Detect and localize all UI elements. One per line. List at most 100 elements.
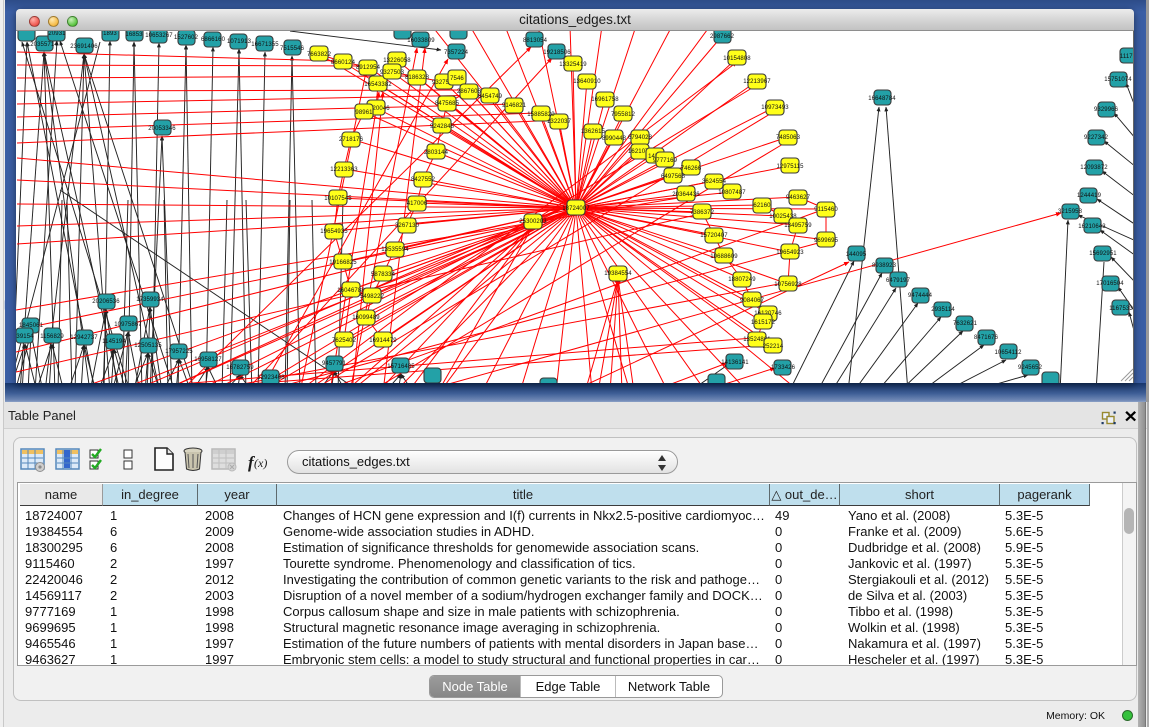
svg-text:20931: 20931 (48, 31, 66, 37)
svg-text:6794028: 6794028 (628, 135, 653, 141)
svg-text:13226058: 13226058 (383, 58, 411, 64)
svg-text:10973493: 10973493 (761, 105, 789, 111)
svg-text:18807249: 18807249 (728, 277, 756, 283)
svg-text:7357224: 7357224 (444, 50, 469, 56)
svg-text:15885820: 15885820 (527, 112, 555, 118)
svg-text:23691406: 23691406 (70, 44, 98, 50)
svg-text:62160: 62160 (753, 203, 771, 209)
svg-text:19384554: 19384554 (604, 271, 632, 277)
svg-text:1527602: 1527602 (174, 35, 199, 41)
svg-text:7663822: 7663822 (307, 52, 332, 58)
svg-text:417006: 417006 (407, 201, 428, 207)
svg-text:7485063: 7485063 (776, 135, 801, 141)
svg-text:8660124: 8660124 (331, 60, 356, 66)
svg-text:12975115: 12975115 (776, 164, 804, 170)
svg-text:16543382: 16543382 (364, 82, 392, 88)
svg-text:2987662: 2987662 (710, 34, 735, 40)
svg-text:8471676: 8471676 (974, 335, 999, 341)
svg-text:8186328: 8186328 (405, 75, 430, 81)
svg-text:1733426: 1733426 (771, 365, 796, 371)
svg-text:1145194: 1145194 (102, 339, 126, 345)
svg-text:10807487: 10807487 (718, 190, 746, 196)
svg-text:98961: 98961 (355, 110, 373, 116)
svg-text:6479197: 6479197 (886, 278, 911, 284)
svg-text:19166825: 19166825 (329, 260, 357, 266)
svg-text:(x): (x) (254, 456, 267, 470)
svg-text:16099489: 16099489 (352, 315, 380, 321)
svg-text:3215958: 3215958 (1058, 209, 1083, 215)
svg-text:10688609: 10688609 (710, 254, 738, 260)
svg-text:19218506: 19218506 (543, 50, 571, 56)
svg-text:2935114: 2935114 (931, 307, 955, 313)
svg-text:18724007: 18724007 (562, 206, 590, 212)
svg-text:6497568: 6497568 (661, 174, 686, 180)
svg-text:19654923: 19654923 (776, 250, 804, 256)
svg-text:13535594: 13535594 (381, 247, 409, 253)
svg-text:20364436: 20364436 (672, 192, 700, 198)
svg-text:746266: 746266 (681, 166, 702, 172)
svg-text:10756928: 10756928 (774, 282, 802, 288)
svg-text:10654112: 10654112 (994, 350, 1022, 356)
svg-text:7632621: 7632621 (953, 321, 978, 327)
svg-text:16914479: 16914479 (369, 338, 397, 344)
svg-text:1156829: 1156829 (40, 334, 64, 340)
svg-text:8938923: 8938923 (872, 263, 897, 269)
svg-text:1244419: 1244419 (1077, 193, 1102, 199)
svg-text:15692951: 15692951 (1089, 251, 1117, 257)
svg-text:1167533: 1167533 (1109, 306, 1133, 312)
svg-text:5498222: 5498222 (360, 294, 385, 300)
svg-text:9084067: 9084067 (740, 298, 765, 304)
svg-text:3624554: 3624554 (702, 179, 727, 185)
svg-text:10958127: 10958127 (194, 357, 222, 363)
svg-text:19654935: 19654935 (320, 229, 348, 235)
svg-text:144095: 144095 (846, 252, 867, 258)
svg-text:8990448: 8990448 (602, 136, 627, 142)
svg-text:12923468: 12923468 (257, 375, 285, 381)
svg-text:7386372: 7386372 (690, 210, 715, 216)
svg-text:10154808: 10154808 (723, 56, 751, 62)
svg-text:9463627: 9463627 (786, 195, 811, 201)
svg-text:17957225: 17957225 (165, 349, 193, 355)
svg-text:20355714: 20355714 (30, 42, 58, 48)
svg-text:1071913: 1071913 (227, 39, 252, 45)
svg-text:12942737: 12942737 (70, 335, 98, 341)
svg-text:14136141: 14136141 (721, 360, 749, 366)
svg-text:16782759: 16782759 (226, 365, 254, 371)
svg-text:10107545: 10107545 (324, 196, 352, 202)
svg-text:9327503: 9327503 (380, 70, 405, 76)
svg-text:12213363: 12213363 (330, 167, 358, 173)
svg-text:13640910: 13640910 (573, 79, 601, 85)
svg-text:6866160: 6866160 (201, 37, 226, 43)
svg-text:12213967: 12213967 (743, 79, 771, 85)
svg-text:13495759: 13495759 (784, 223, 812, 229)
svg-text:9699695: 9699695 (814, 238, 839, 244)
svg-text:2803144: 2803144 (424, 150, 449, 156)
svg-text:15751074: 15751074 (1104, 77, 1132, 83)
svg-text:9457791: 9457791 (322, 361, 347, 367)
svg-text:10975867: 10975867 (114, 322, 142, 328)
svg-text:7955812: 7955812 (611, 112, 636, 118)
svg-text:8813054: 8813054 (523, 38, 548, 44)
svg-text:8427552: 8427552 (411, 177, 436, 183)
svg-text:16210643: 16210643 (1078, 224, 1106, 230)
svg-text:12093872: 12093872 (1080, 165, 1108, 171)
svg-text:7625402: 7625402 (332, 338, 357, 344)
svg-text:16853: 16853 (125, 32, 143, 38)
svg-text:9146821: 9146821 (502, 103, 527, 109)
svg-text:16648784: 16648784 (868, 96, 896, 102)
svg-text:1322037: 1322037 (547, 119, 572, 125)
svg-text:1362615: 1362615 (581, 129, 606, 135)
svg-text:20206536: 20206536 (92, 299, 120, 305)
svg-text:9245652: 9245652 (1018, 365, 1043, 371)
svg-text:25300203: 25300203 (519, 219, 547, 225)
svg-text:9227342: 9227342 (1084, 135, 1109, 141)
svg-text:9115460: 9115460 (814, 207, 838, 213)
svg-text:9242848: 9242848 (430, 124, 455, 130)
svg-text:1893: 1893 (103, 31, 117, 37)
svg-text:13325419: 13325419 (559, 62, 587, 68)
svg-text:3267130: 3267130 (395, 223, 420, 229)
svg-text:16961758: 16961758 (591, 97, 619, 103)
svg-text:8454749: 8454749 (478, 94, 503, 100)
svg-text:39154: 39154 (16, 334, 34, 340)
svg-text:15716485: 15716485 (387, 364, 415, 370)
